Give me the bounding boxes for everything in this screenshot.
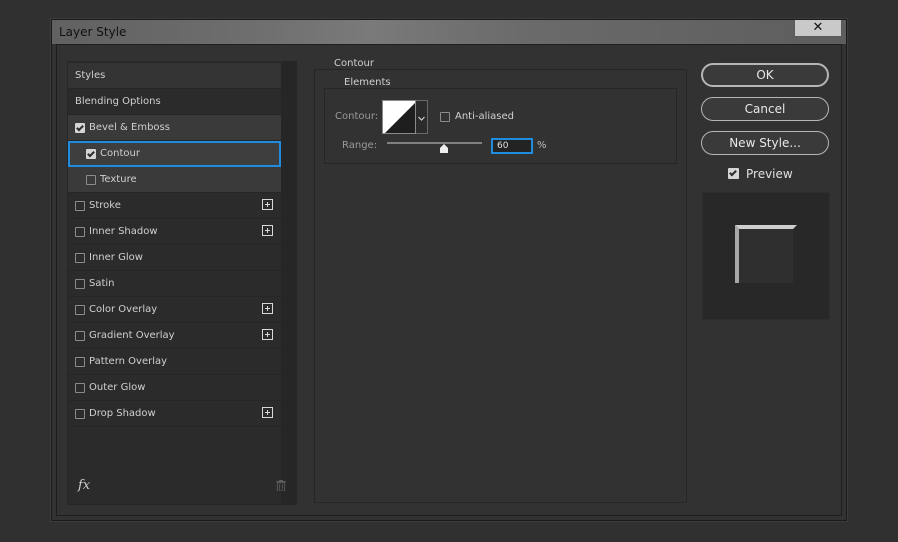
range-slider-thumb[interactable] (439, 144, 449, 153)
stroke-checkbox[interactable] (75, 201, 85, 211)
styles-item-label: Gradient Overlay (89, 330, 175, 341)
fx-button[interactable]: fx (78, 478, 90, 493)
color-overlay-checkbox[interactable] (75, 305, 85, 315)
styles-item-label: Texture (100, 174, 137, 185)
add-drop-shadow-icon[interactable] (262, 407, 273, 418)
styles-item-label: Color Overlay (89, 304, 158, 315)
styles-item-label: Contour (100, 148, 140, 159)
styles-item-label: Styles (75, 70, 106, 81)
trash-icon[interactable] (276, 480, 286, 491)
contour-swatch[interactable] (382, 100, 416, 134)
styles-item-label: Bevel & Emboss (89, 122, 170, 133)
satin-checkbox[interactable] (75, 279, 85, 289)
chevron-down-icon (418, 116, 425, 121)
styles-item-blending-options[interactable]: Blending Options (68, 89, 281, 115)
anti-aliased-label: Anti-aliased (455, 111, 515, 122)
styles-item-label: Satin (89, 278, 115, 289)
window-title: Layer Style (59, 25, 127, 39)
add-stroke-icon[interactable] (262, 199, 273, 210)
range-input[interactable]: 60 (491, 138, 533, 154)
styles-item-outer-glow[interactable]: Outer Glow (68, 375, 281, 401)
range-label: Range: (342, 140, 378, 151)
styles-list: Styles Blending Options Bevel & Emboss Cont… (68, 63, 281, 427)
add-inner-shadow-icon[interactable] (262, 225, 273, 236)
drop-shadow-checkbox[interactable] (75, 409, 85, 419)
contour-dropdown-button[interactable] (416, 100, 428, 134)
outer-glow-checkbox[interactable] (75, 383, 85, 393)
preview-thumbnail (702, 192, 830, 320)
preview-swatch (735, 225, 797, 283)
contour-group-title: Contour (330, 58, 378, 69)
styles-item-styles[interactable]: Styles (68, 63, 281, 89)
styles-scrollbar[interactable] (281, 62, 296, 504)
styles-item-label: Inner Glow (89, 252, 143, 263)
ok-button[interactable]: OK (701, 63, 829, 87)
close-button[interactable]: ✕ (794, 20, 842, 37)
styles-item-texture[interactable]: Texture (68, 167, 281, 193)
styles-panel: Styles Blending Options Bevel & Emboss Cont… (67, 61, 297, 505)
inner-shadow-checkbox[interactable] (75, 227, 85, 237)
styles-item-label: Drop Shadow (89, 408, 156, 419)
contour-curve-icon (385, 103, 415, 133)
preview-checkbox[interactable] (728, 168, 739, 179)
contour-checkbox[interactable] (86, 149, 96, 159)
bevel-emboss-checkbox[interactable] (75, 123, 85, 133)
styles-item-gradient-overlay[interactable]: Gradient Overlay (68, 323, 281, 349)
styles-item-satin[interactable]: Satin (68, 271, 281, 297)
styles-item-label: Blending Options (75, 96, 161, 107)
range-slider-track[interactable] (387, 142, 482, 144)
styles-item-label: Pattern Overlay (89, 356, 168, 367)
anti-aliased-checkbox[interactable] (440, 112, 450, 122)
styles-item-label: Inner Shadow (89, 226, 158, 237)
styles-item-stroke[interactable]: Stroke (68, 193, 281, 219)
styles-item-pattern-overlay[interactable]: Pattern Overlay (68, 349, 281, 375)
styles-footer: fx (68, 468, 296, 504)
cancel-button[interactable]: Cancel (701, 97, 829, 121)
styles-item-label: Outer Glow (89, 382, 146, 393)
texture-checkbox[interactable] (86, 175, 96, 185)
gradient-overlay-checkbox[interactable] (75, 331, 85, 341)
contour-label: Contour: (335, 111, 379, 122)
title-bar[interactable]: Layer Style ✕ (52, 20, 846, 44)
styles-item-bevel-emboss[interactable]: Bevel & Emboss (68, 115, 281, 141)
styles-item-label: Stroke (89, 200, 121, 211)
new-style-button[interactable]: New Style... (701, 131, 829, 155)
inner-glow-checkbox[interactable] (75, 253, 85, 263)
pattern-overlay-checkbox[interactable] (75, 357, 85, 367)
styles-item-inner-glow[interactable]: Inner Glow (68, 245, 281, 271)
styles-item-color-overlay[interactable]: Color Overlay (68, 297, 281, 323)
add-gradient-overlay-icon[interactable] (262, 329, 273, 340)
styles-item-contour[interactable]: Contour (68, 141, 281, 167)
preview-label: Preview (746, 167, 793, 181)
styles-item-inner-shadow[interactable]: Inner Shadow (68, 219, 281, 245)
add-color-overlay-icon[interactable] (262, 303, 273, 314)
close-icon: ✕ (812, 20, 824, 35)
elements-group-title: Elements (340, 77, 395, 88)
range-unit: % (537, 140, 547, 151)
styles-item-drop-shadow[interactable]: Drop Shadow (68, 401, 281, 427)
